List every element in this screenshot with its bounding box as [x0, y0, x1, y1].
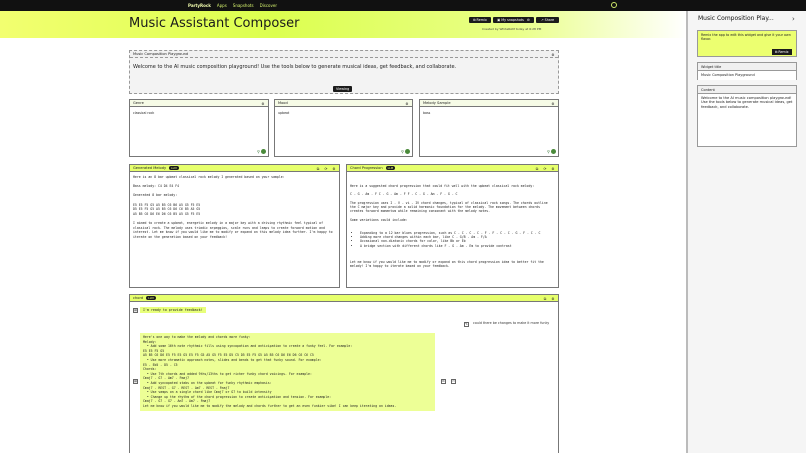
chords-variations: Expanding to a 12 bar blues progression,…	[360, 231, 555, 248]
melody-sample-input[interactable]: bass	[420, 107, 558, 119]
created-by-text: Created by WhiteRAM today at 6:28 PM	[482, 27, 542, 31]
header-band	[0, 11, 687, 38]
copy-icon[interactable]: ⧉	[316, 167, 320, 171]
mood-title: Mood	[278, 101, 288, 105]
my-snapshots-button[interactable]: ▣ My snapshots ⚙	[493, 17, 534, 23]
remix-button[interactable]: ⧉ Remix	[469, 17, 491, 23]
playground-text: Welcome to the AI music composition play…	[133, 64, 457, 70]
refresh-icon[interactable]	[405, 149, 410, 154]
mood-widget: Mood ⚙ upbeat ⚲	[274, 99, 413, 157]
settings-icon[interactable]: ⚙	[261, 102, 265, 106]
llm-badge: LLM	[385, 166, 396, 170]
chords-header: Chord Progression LLM ⧉ ⟳ ⚙	[347, 165, 558, 172]
share-button[interactable]: ↗ Share	[536, 17, 559, 23]
viewing-badge: Viewing	[333, 86, 353, 92]
assistant-avatar-icon: ▤	[133, 308, 138, 313]
settings-icon[interactable]: ⚙	[405, 102, 409, 106]
refresh-icon[interactable]: ⟳	[543, 167, 547, 171]
chord-progression-widget: Chord Progression LLM ⧉ ⟳ ⚙ Here is a su…	[346, 164, 559, 288]
chords-output: Here is a suggested chord progression th…	[347, 172, 558, 280]
chat-header: chord LLM ⧉ ⚙	[130, 295, 558, 302]
melody-output: Here is an 8 bar upbeat classical rock m…	[133, 175, 333, 239]
genre-widget: Genre ⚙ classical rock ⚲	[129, 99, 269, 157]
nav-link-discover[interactable]: Discover	[260, 3, 277, 8]
chords-intro: Here is a suggested chord progression th…	[350, 183, 548, 222]
llm-badge: LLM	[169, 166, 179, 170]
chat-ai-reply: Here's one way to make the melody and ch…	[140, 333, 435, 411]
settings-icon[interactable]: ⚙	[551, 167, 555, 171]
melody-sample-title: Melody Sample	[423, 101, 451, 105]
copy-icon[interactable]: ⧉	[441, 379, 446, 384]
info-icon[interactable]	[611, 2, 617, 8]
chords-title: Chord Progression	[350, 166, 383, 170]
melody-title: Generated Melody	[133, 166, 167, 170]
content-field: Content Welcome to the AI music composit…	[697, 85, 797, 147]
playground-header: Music Composition Playground ⚙	[130, 51, 558, 58]
chevron-right-icon[interactable]: ›	[792, 15, 795, 23]
widget-title-field: Widget title Music Composition Playgroun…	[697, 62, 797, 80]
gear-icon: ⚙	[526, 18, 530, 22]
refresh-icon[interactable]: ⟳	[324, 167, 328, 171]
share-icon: ↗	[540, 18, 544, 22]
remix-icon: ⧉	[775, 50, 778, 54]
chat-user-message: could there be changes to make it more f…	[473, 321, 550, 325]
settings-icon[interactable]: ⚙	[551, 53, 555, 57]
melody-header: Generated Melody LLM ⧉ ⟳ ⚙	[130, 165, 339, 172]
copy-icon[interactable]: ⧉	[535, 167, 539, 171]
brand-logo[interactable]: PartyRock	[188, 3, 211, 8]
genre-input[interactable]: classical rock	[130, 107, 268, 119]
chat-title: chord	[133, 296, 144, 300]
genre-title: Genre	[133, 101, 144, 105]
nav-link-apps[interactable]: Apps	[217, 3, 227, 8]
top-nav: PartyRock Apps Snapshots Discover	[0, 0, 806, 11]
settings-icon[interactable]: ⚙	[551, 102, 555, 106]
pin-icon[interactable]: ⚲	[547, 149, 550, 154]
widget-title-label: Widget title	[698, 63, 796, 71]
page-title: Music Assistant Composer	[129, 16, 300, 31]
refresh-icon[interactable]	[261, 149, 266, 154]
widget-title-input[interactable]: Music Composition Playground	[698, 71, 796, 80]
mood-header: Mood ⚙	[275, 100, 412, 107]
sidebar-title: Music Composition Play...	[698, 15, 774, 22]
refresh-icon[interactable]	[551, 149, 556, 154]
assistant-avatar-icon: ▤	[133, 379, 138, 384]
camera-icon: ▣	[497, 18, 501, 22]
settings-icon[interactable]: ⚙	[332, 167, 336, 171]
mood-input[interactable]: upbeat	[275, 107, 412, 119]
remix-icon: ⧉	[473, 18, 476, 22]
chords-outro: Let me know if you would like me to modi…	[350, 259, 546, 268]
chat-first-message: I'm ready to provide feedback!	[140, 307, 206, 313]
pin-icon[interactable]: ⚲	[257, 149, 260, 154]
nav-link-snapshots[interactable]: Snapshots	[233, 3, 254, 8]
list-item: A bridge section with different chords l…	[360, 244, 555, 248]
copy-icon[interactable]: ⧉	[543, 297, 547, 301]
llm-badge: LLM	[146, 296, 156, 300]
melody-sample-widget: Melody Sample ⚙ bass ⚲	[419, 99, 559, 157]
pin-icon[interactable]: ⚲	[401, 149, 404, 154]
sidebar-remix-button[interactable]: ⧉ Remix	[772, 49, 792, 55]
clipboard-icon[interactable]: ▭	[451, 379, 456, 384]
genre-header: Genre ⚙	[130, 100, 268, 107]
generated-melody-widget: Generated Melody LLM ⧉ ⟳ ⚙ Here is an 8 …	[129, 164, 340, 288]
content-textarea[interactable]: Welcome to the AI music composition play…	[698, 94, 796, 111]
melody-sample-header: Melody Sample ⚙	[420, 100, 558, 107]
playground-title: Music Composition Playground	[133, 52, 189, 56]
sidebar-remix-text: Remix the app to edit this widget and gi…	[701, 33, 791, 41]
edit-icon[interactable]: ✎	[464, 322, 469, 327]
content-label: Content	[698, 86, 796, 94]
settings-icon[interactable]: ⚙	[551, 297, 555, 301]
